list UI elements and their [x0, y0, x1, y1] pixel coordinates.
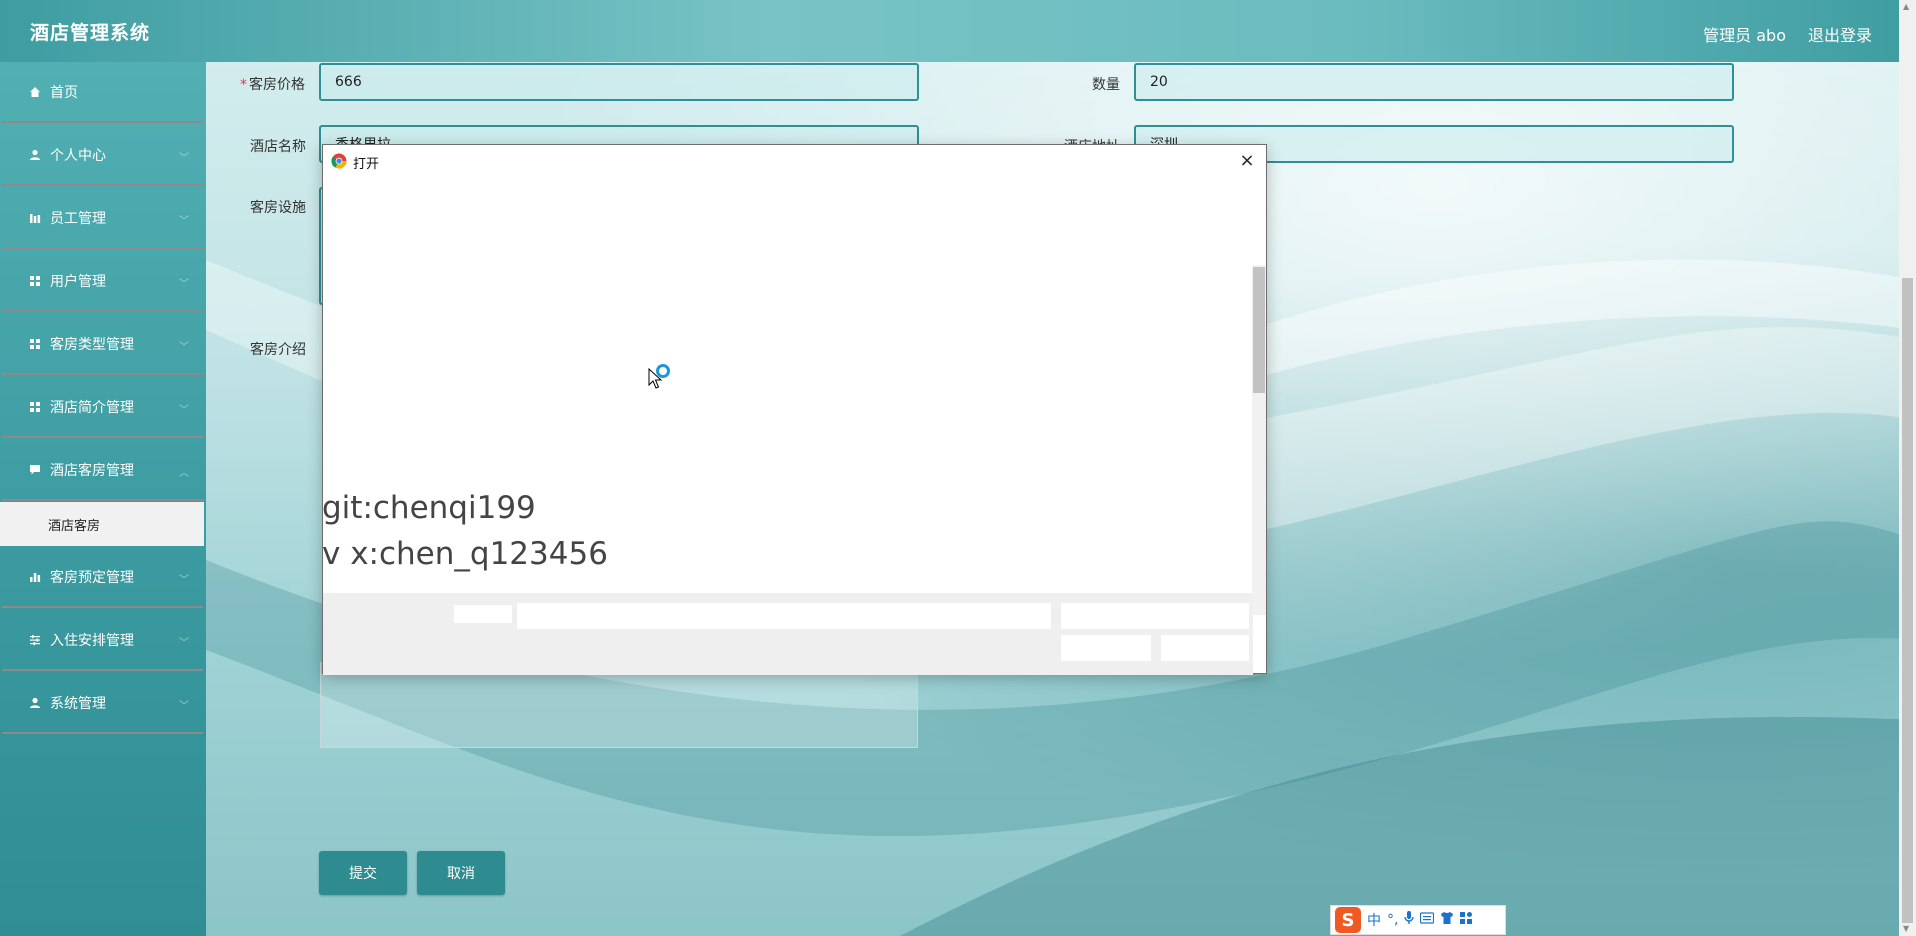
sidebar-item-label: 客房预定管理 — [50, 569, 134, 586]
sidebar-item-label: 酒店简介管理 — [50, 399, 134, 416]
sidebar-item-users[interactable]: 用户管理 ﹀ — [2, 251, 203, 312]
bar-chart-icon — [28, 570, 42, 584]
quantity-input[interactable]: 20 — [1134, 63, 1734, 101]
close-icon[interactable]: × — [1236, 149, 1258, 171]
sidebar-item-staff[interactable]: 员工管理 ﹀ — [2, 188, 203, 249]
sidebar-item-checkin[interactable]: 入住安排管理 ﹀ — [2, 610, 203, 671]
comment-icon — [28, 463, 42, 477]
sidebar-item-label: 个人中心 — [50, 147, 106, 164]
sidebar-item-home[interactable]: 首页 — [2, 62, 203, 123]
dialog-footer — [323, 593, 1253, 675]
app-title: 酒店管理系统 — [30, 22, 151, 44]
filetype-select[interactable] — [1061, 603, 1249, 629]
sidebar-item-booking[interactable]: 客房预定管理 ﹀ — [2, 547, 203, 608]
punctuation-icon[interactable]: °, — [1387, 912, 1398, 928]
chevron-down-icon: ﹀ — [179, 216, 189, 227]
grid-icon — [28, 274, 42, 288]
user-icon — [28, 696, 42, 710]
sidebar-item-system[interactable]: 系统管理 ﹀ — [2, 673, 203, 734]
chart-icon — [28, 211, 42, 225]
chevron-down-icon: ﹀ — [179, 575, 189, 586]
home-icon — [28, 85, 42, 99]
user-icon — [28, 148, 42, 162]
facilities-label: 客房设施 — [250, 200, 306, 216]
loading-spinner-icon — [656, 364, 670, 378]
page-scrollbar[interactable]: ▲ ▼ — [1899, 0, 1916, 936]
sidebar-item-label: 员工管理 — [50, 210, 106, 227]
microphone-icon[interactable] — [1404, 911, 1415, 929]
page-scroll-thumb[interactable] — [1902, 278, 1913, 923]
open-button[interactable] — [1061, 635, 1151, 661]
open-file-dialog: 打开 × git:chenqi199 v x:chen_q123456 — [322, 144, 1267, 675]
grid-icon — [28, 400, 42, 414]
sidebar-item-hotel-intro[interactable]: 酒店简介管理 ﹀ — [2, 377, 203, 438]
sogou-logo-icon[interactable]: S — [1335, 907, 1361, 933]
chevron-down-icon: ﹀ — [179, 279, 189, 290]
required-mark: * — [240, 77, 247, 93]
chevron-down-icon: ﹀ — [179, 701, 189, 712]
sidebar: 首页 个人中心 ﹀ 员工管理 ﹀ 用户管理 ﹀ 客房类型管理 ﹀ 酒店简介管理 … — [0, 62, 206, 936]
sidebar-item-personal-center[interactable]: 个人中心 ﹀ — [2, 125, 203, 186]
cancel-button[interactable]: 取消 — [417, 851, 505, 895]
top-header: 酒店管理系统 管理员 abo 退出登录 — [0, 0, 1916, 62]
sidebar-item-label: 客房类型管理 — [50, 336, 134, 353]
chevron-down-icon: ﹀ — [179, 342, 189, 353]
scroll-down-icon[interactable]: ▼ — [1903, 924, 1909, 933]
chevron-down-icon: ﹀ — [179, 153, 189, 164]
dialog-scroll-thumb[interactable] — [1253, 267, 1265, 393]
sidebar-item-label: 用户管理 — [50, 273, 106, 290]
scroll-up-icon[interactable]: ▲ — [1903, 2, 1909, 11]
chevron-up-icon: ︿ — [179, 468, 189, 479]
sidebar-item-hotel-rooms[interactable]: 酒店客房管理 ︿ — [2, 440, 203, 501]
sidebar-item-label: 入住安排管理 — [50, 632, 134, 649]
ime-toolbar: S 中 °, — [1330, 905, 1506, 935]
filename-label-placeholder — [454, 605, 512, 623]
price-label: * 客房价格 — [240, 77, 305, 93]
watermark-wx: v x:chen_q123456 — [322, 536, 608, 572]
chevron-down-icon: ﹀ — [179, 638, 189, 649]
keyboard-icon[interactable] — [1420, 912, 1435, 928]
hotel-name-label: 酒店名称 — [250, 139, 306, 155]
dialog-cancel-button[interactable] — [1161, 635, 1249, 661]
dialog-title: 打开 — [353, 157, 380, 172]
filename-input[interactable] — [517, 603, 1051, 629]
ime-mode-toggle[interactable]: 中 — [1367, 910, 1381, 930]
watermark-git: git:chenqi199 — [322, 490, 536, 526]
sidebar-item-room-types[interactable]: 客房类型管理 ﹀ — [2, 314, 203, 375]
sidebar-item-label: 首页 — [50, 84, 78, 101]
sidebar-subitem-hotel-room[interactable]: 酒店客房 — [0, 502, 204, 546]
toolbox-grid-icon[interactable] — [1460, 912, 1473, 928]
chevron-down-icon: ﹀ — [179, 405, 189, 416]
chrome-icon — [331, 153, 347, 169]
quantity-label: 数量 — [1092, 77, 1120, 93]
sidebar-item-label: 酒店客房管理 — [50, 462, 134, 479]
price-input[interactable]: 666 — [319, 63, 919, 101]
logout-link[interactable]: 退出登录 — [1808, 22, 1872, 46]
sidebar-item-label: 系统管理 — [50, 695, 106, 712]
grid-icon — [28, 337, 42, 351]
submit-button[interactable]: 提交 — [319, 851, 407, 895]
intro-label: 客房介绍 — [250, 342, 306, 358]
skin-shirt-icon[interactable] — [1440, 912, 1454, 928]
admin-name: 管理员 abo — [1703, 26, 1786, 45]
sliders-icon — [28, 633, 42, 647]
